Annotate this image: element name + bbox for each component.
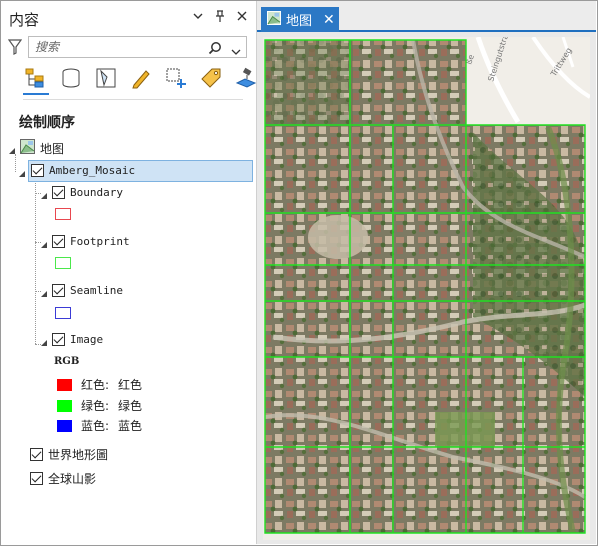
- map-icon: [267, 10, 281, 29]
- footprint-layer-row[interactable]: Footprint: [40, 235, 130, 248]
- tree-connector: [35, 179, 36, 344]
- section-title: 绘制顺序: [19, 115, 75, 131]
- map-canvas[interactable]: Steingutstraße Trittweg ße: [263, 37, 590, 540]
- hillshade-layer-row[interactable]: 全球山影: [30, 470, 96, 487]
- draw-order-icon: [25, 68, 47, 92]
- search-input[interactable]: [35, 39, 195, 55]
- list-by-drawing-order-button[interactable]: [23, 67, 49, 95]
- red-band-value: 红色: [118, 378, 143, 392]
- contents-toolbar: [23, 67, 259, 95]
- image-label: Image: [70, 333, 104, 346]
- boundary-layer-row[interactable]: Boundary: [40, 186, 123, 199]
- footprint-symbol-swatch[interactable]: [55, 257, 71, 269]
- green-band-value: 绿色: [118, 399, 143, 413]
- green-band-swatch: [57, 399, 72, 412]
- rgb-legend-row: 绿色: 绿色: [57, 397, 142, 414]
- list-by-snapping-button[interactable]: [163, 67, 189, 93]
- map-tab-bar: 地图 ✕: [257, 1, 596, 32]
- chevron-down-icon[interactable]: [192, 9, 204, 23]
- basemap-label: 世界地形圖: [48, 448, 109, 462]
- hillshade-label: 全球山影: [48, 472, 97, 486]
- seamline-label: Seamline: [70, 284, 123, 297]
- footprint-label: Footprint: [70, 235, 130, 248]
- mosaic-layer-row[interactable]: Amberg_Mosaic: [18, 164, 135, 177]
- map-view[interactable]: Steingutstraße Trittweg ße: [263, 37, 590, 540]
- tab-map[interactable]: 地图 ✕: [261, 7, 339, 32]
- footprint-visibility-checkbox[interactable]: [52, 235, 65, 248]
- labeling-icon: [200, 67, 222, 93]
- blue-band-label: 蓝色:: [81, 419, 110, 433]
- contents-pane: 内容 搜索 绘制顺序 地图 Amberg_Mosaic Boundary Foo…: [1, 1, 257, 544]
- hillshade-visibility-checkbox[interactable]: [30, 472, 43, 485]
- list-by-labeling-button[interactable]: [198, 67, 224, 93]
- search-icon[interactable]: [208, 40, 222, 55]
- red-band-swatch: [57, 378, 72, 391]
- boundary-visibility-checkbox[interactable]: [52, 186, 65, 199]
- pin-icon[interactable]: [214, 9, 226, 23]
- chevron-down-icon[interactable]: [231, 42, 241, 55]
- rgb-legend-row: 红色: 红色: [57, 376, 142, 393]
- red-band-label: 红色:: [81, 378, 110, 392]
- list-by-perspective-imagery-button[interactable]: [233, 67, 259, 93]
- search-box: [28, 36, 247, 58]
- expand-triangle-icon[interactable]: [18, 167, 26, 177]
- expand-triangle-icon[interactable]: [40, 336, 48, 346]
- data-source-icon: [60, 67, 82, 93]
- editing-icon: [130, 67, 152, 93]
- blue-band-value: 蓝色: [118, 419, 143, 433]
- boundary-label: Boundary: [70, 186, 123, 199]
- green-band-label: 绿色:: [81, 399, 110, 413]
- rgb-legend-row: 蓝色: 蓝色: [57, 417, 142, 434]
- image-layer-row[interactable]: Image: [40, 333, 103, 346]
- layer-visibility-checkbox[interactable]: [31, 164, 44, 177]
- basemap-layer-row[interactable]: 世界地形圖: [30, 446, 108, 463]
- map-icon: [20, 139, 35, 157]
- mosaic-layer-label: Amberg_Mosaic: [49, 164, 136, 177]
- perspective-imagery-icon: [235, 67, 257, 93]
- pane-title: 内容: [9, 11, 40, 29]
- rgb-title: RGB: [54, 356, 80, 367]
- seamline-visibility-checkbox[interactable]: [52, 284, 65, 297]
- tab-map-label: 地图: [286, 14, 313, 29]
- expand-triangle-icon[interactable]: [40, 189, 48, 199]
- map-pane: 地图 ✕ Steingutstraße Trittweg ße: [257, 1, 596, 544]
- list-by-selection-button[interactable]: [93, 67, 119, 93]
- list-by-data-source-button[interactable]: [58, 67, 84, 93]
- expand-triangle-icon[interactable]: [40, 287, 48, 297]
- snapping-icon: [165, 67, 187, 93]
- pane-controls: [192, 9, 248, 23]
- seamline-symbol-swatch[interactable]: [55, 307, 71, 319]
- filter-icon[interactable]: [7, 39, 23, 55]
- close-icon[interactable]: ✕: [323, 12, 335, 28]
- basemap-visibility-checkbox[interactable]: [30, 448, 43, 461]
- expand-triangle-icon[interactable]: [40, 238, 48, 248]
- expand-triangle-icon[interactable]: [8, 144, 16, 154]
- toolbar-divider: [23, 99, 243, 100]
- image-visibility-checkbox[interactable]: [52, 333, 65, 346]
- close-icon[interactable]: [236, 9, 248, 23]
- blue-band-swatch: [57, 419, 72, 432]
- list-by-editing-button[interactable]: [128, 67, 154, 93]
- selection-icon: [95, 67, 117, 93]
- seamline-layer-row[interactable]: Seamline: [40, 284, 123, 297]
- boundary-symbol-swatch[interactable]: [55, 208, 71, 220]
- map-node[interactable]: 地图: [8, 139, 64, 157]
- map-label: 地图: [40, 141, 65, 156]
